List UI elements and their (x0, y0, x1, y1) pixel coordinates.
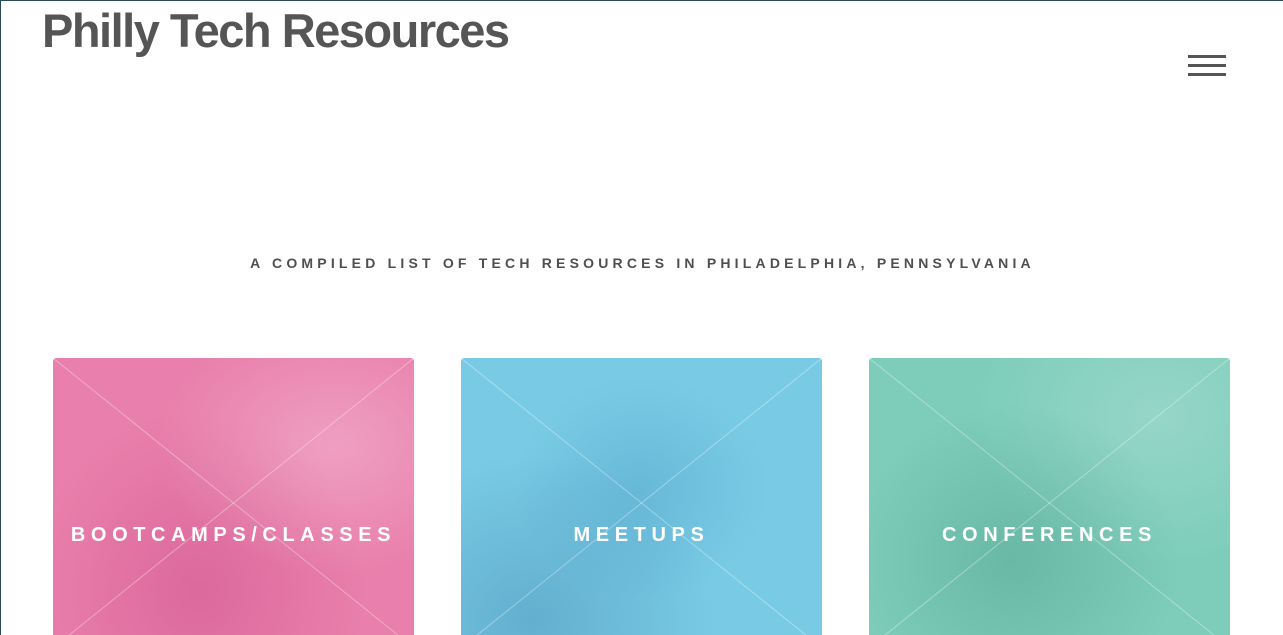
hamburger-menu-icon[interactable] (1188, 53, 1228, 79)
card-decorative-lines (53, 358, 414, 635)
card-conferences[interactable]: CONFERENCES (869, 358, 1230, 635)
card-decorative-lines (869, 358, 1230, 635)
menu-bar-top (1188, 55, 1226, 58)
card-bootcamps-classes[interactable]: BOOTCAMPS/CLASSES (53, 358, 414, 635)
tagline: A COMPILED LIST OF TECH RESOURCES IN PHI… (250, 255, 1035, 271)
card-decorative-lines (461, 358, 822, 635)
card-label: BOOTCAMPS/CLASSES (70, 524, 397, 546)
menu-bar-bottom (1188, 73, 1226, 76)
site-title[interactable]: Philly Tech Resources (42, 3, 510, 59)
card-label: CONFERENCES (942, 524, 1157, 546)
menu-bar-middle (1188, 64, 1226, 67)
card-label: MEETUPS (573, 524, 710, 546)
card-meetups[interactable]: MEETUPS (461, 358, 822, 635)
